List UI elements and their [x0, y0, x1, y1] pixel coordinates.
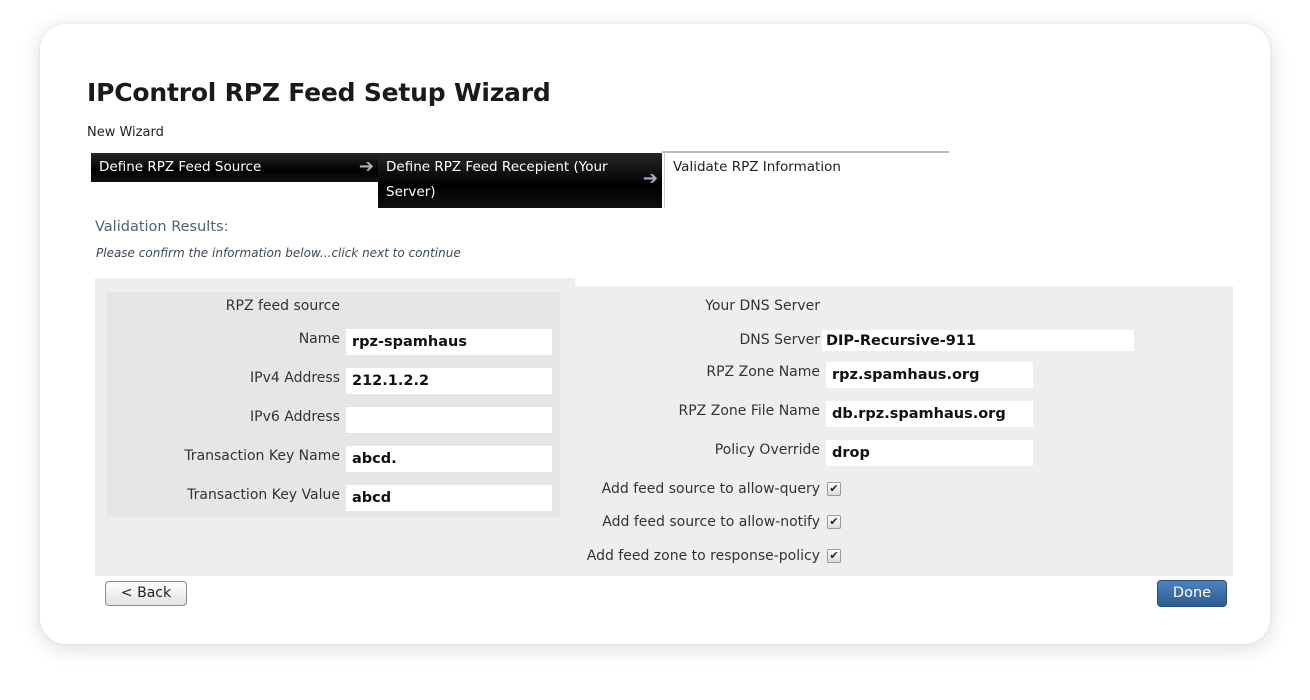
step-define-feed-recipient[interactable]: Define RPZ Feed Recepient (Your Server) … [378, 153, 662, 208]
step-define-feed-source[interactable]: Define RPZ Feed Source ➔ [91, 153, 378, 182]
validation-title: Validation Results: [95, 219, 229, 235]
server-heading: Your DNS Server [705, 298, 820, 314]
allow-query-checkbox[interactable]: ✔ [827, 482, 841, 496]
source-heading: RPZ feed source [225, 298, 340, 314]
policy-override-label: Policy Override [714, 442, 820, 458]
validation-hint: Please confirm the information below...c… [96, 246, 461, 260]
panel-top-strip [95, 278, 575, 286]
name-value: rpz-spamhaus [346, 329, 552, 355]
response-policy-label: Add feed zone to response-policy [586, 548, 820, 564]
allow-query-label: Add feed source to allow-query [601, 481, 820, 497]
dns-server-label: DNS Server [739, 332, 821, 348]
feed-source-box [106, 292, 560, 517]
step-validate-information[interactable]: Validate RPZ Information [664, 153, 949, 208]
rpz-zone-name-label: RPZ Zone Name [706, 364, 820, 380]
back-button[interactable]: < Back [105, 581, 187, 606]
step-label: Define RPZ Feed Recepient (Your Server) [386, 159, 608, 200]
tsig-key-value-value: abcd [346, 485, 552, 511]
allow-notify-checkbox[interactable]: ✔ [827, 515, 841, 529]
page-title: IPControl RPZ Feed Setup Wizard [87, 78, 551, 107]
rpz-zone-name-value: rpz.spamhaus.org [826, 362, 1033, 388]
response-policy-checkbox[interactable]: ✔ [827, 549, 841, 563]
ipv4-value: 212.1.2.2 [346, 368, 552, 394]
arrow-right-icon: ➔ [642, 168, 658, 189]
arrow-right-icon: ➔ [358, 156, 374, 177]
tsig-key-value-label: Transaction Key Value [187, 487, 340, 503]
rpz-zone-file-value: db.rpz.spamhaus.org [826, 401, 1033, 427]
ipv6-value [346, 407, 552, 433]
wizard-subtitle: New Wizard [87, 125, 164, 140]
rpz-zone-file-label: RPZ Zone File Name [678, 403, 820, 419]
dns-server-value: DIP-Recursive-911 [822, 330, 1134, 351]
allow-notify-label: Add feed source to allow-notify [602, 514, 820, 530]
done-button[interactable]: Done [1157, 580, 1227, 607]
ipv4-label: IPv4 Address [250, 370, 340, 386]
name-label: Name [298, 331, 340, 347]
step-label: Validate RPZ Information [673, 159, 841, 175]
ipv6-label: IPv6 Address [250, 409, 340, 425]
tsig-key-name-label: Transaction Key Name [184, 448, 340, 464]
step-label: Define RPZ Feed Source [99, 159, 262, 175]
tsig-key-name-value: abcd. [346, 446, 552, 472]
policy-override-value: drop [826, 440, 1033, 466]
